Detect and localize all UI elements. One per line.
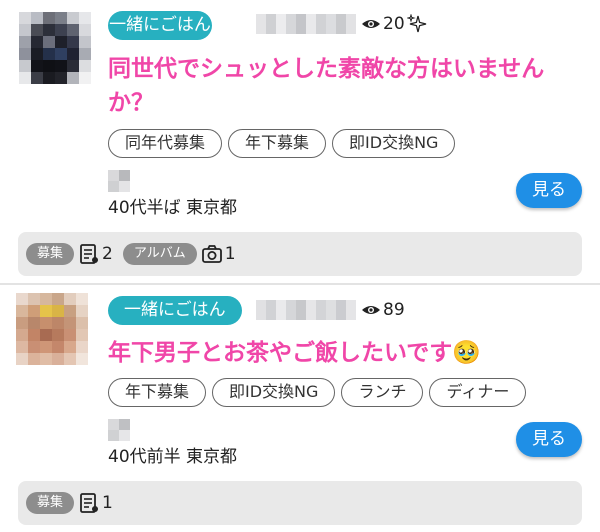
- tag-chip[interactable]: 年下募集: [108, 378, 207, 407]
- post-title[interactable]: 年下男子とお茶やご飯したいです🥹: [108, 336, 578, 370]
- post-footer: 募集 2 アルバム 1: [18, 232, 582, 276]
- recruit-count: 1: [102, 493, 113, 513]
- tag-chip[interactable]: ディナー: [429, 378, 527, 407]
- view-button[interactable]: 見る: [516, 422, 582, 457]
- document-icon: [80, 493, 99, 513]
- photo-count: 1: [224, 244, 236, 264]
- user-mark-blurred: [108, 170, 130, 192]
- avatar[interactable]: [16, 293, 88, 365]
- user-mark-blurred: [108, 419, 130, 441]
- recruit-badge: 募集: [26, 243, 75, 265]
- post-card[interactable]: 一緒にごはん 20 同世代でシュッとした素敵な方はいませんか？ 同年代募集 年下…: [0, 0, 600, 283]
- tag-chip[interactable]: 同年代募集: [108, 129, 223, 158]
- tag-chip[interactable]: ランチ: [341, 378, 424, 407]
- recruit-count: 2: [102, 244, 113, 264]
- eye-icon: [362, 306, 380, 314]
- sparkle-icon: [406, 14, 426, 33]
- tag-chip[interactable]: 即ID交換NG: [212, 378, 336, 407]
- view-count-value: 89: [383, 300, 405, 320]
- recruit-badge: 募集: [26, 492, 75, 514]
- category-badge[interactable]: 一緒にごはん: [108, 11, 212, 40]
- eye-icon: [362, 20, 380, 28]
- view-count: 20: [361, 14, 427, 34]
- post-title[interactable]: 同世代でシュッとした素敵な方はいませんか？: [108, 52, 578, 120]
- avatar[interactable]: [19, 12, 91, 84]
- view-count-value: 20: [383, 14, 405, 34]
- album-badge: アルバム: [122, 243, 197, 265]
- document-icon: [80, 244, 99, 264]
- username-blurred: [256, 14, 356, 34]
- category-badge[interactable]: 一緒にごはん: [108, 296, 242, 325]
- tag-chip[interactable]: 年下募集: [228, 129, 327, 158]
- view-button[interactable]: 見る: [516, 173, 582, 208]
- tag-list: 同年代募集 年下募集 即ID交換NG: [108, 129, 456, 158]
- username-blurred: [256, 300, 356, 320]
- tag-chip[interactable]: 即ID交換NG: [332, 129, 456, 158]
- tag-list: 年下募集 即ID交換NG ランチ ディナー: [108, 378, 527, 407]
- age-location: 40代半ば 東京都: [108, 198, 238, 218]
- post-card[interactable]: 一緒にごはん 89 年下男子とお茶やご飯したいです🥹 年下募集 即ID交換NG …: [0, 285, 600, 532]
- view-count: 89: [361, 300, 405, 320]
- age-location: 40代前半 東京都: [108, 447, 238, 467]
- camera-icon: [201, 245, 222, 263]
- post-footer: 募集 1: [18, 481, 582, 525]
